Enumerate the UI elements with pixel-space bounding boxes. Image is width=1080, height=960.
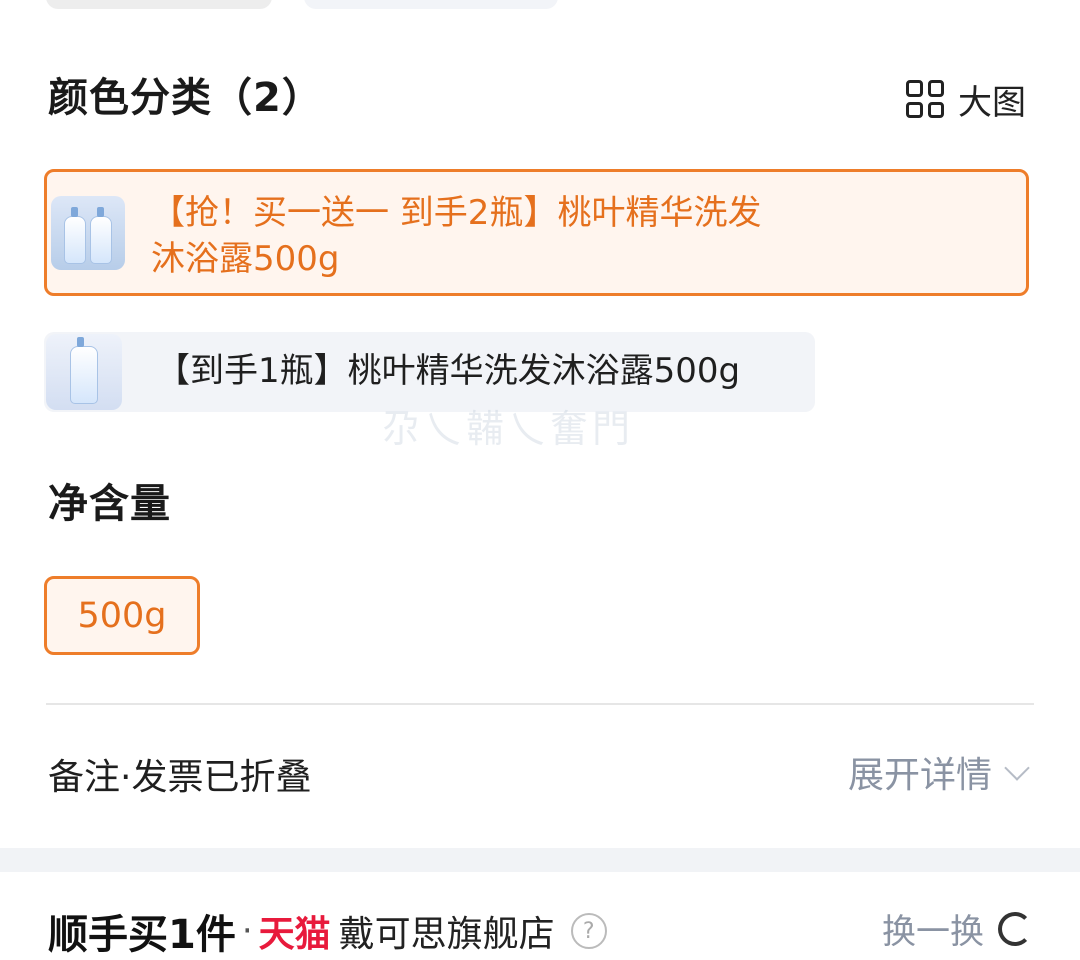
notes-invoice-row[interactable]: 备注·发票已折叠 展开详情 [0,730,1080,810]
grid-view-icon [906,80,944,118]
addon-section: 顺手买1件 · 天猫 戴可思旗舰店 ? 换一换 [0,872,1080,958]
size-option-500g[interactable]: 500g [44,576,200,655]
addon-title: 顺手买1件 · 天猫 戴可思旗舰店 ? [48,902,607,960]
tmall-badge: 天猫 [258,914,331,955]
chevron-down-icon [1004,755,1030,781]
size-option-label: 500g [77,595,167,636]
net-content-section-title: 净含量 [48,481,171,527]
color-option-label: 【抢！买一送一 到手2瓶】桃叶精华洗发沐浴露500g [151,193,762,279]
bottle-image [90,207,112,264]
refresh-label: 换一换 [882,912,984,952]
divider [46,703,1034,705]
product-thumbnail [46,334,122,410]
previous-option-stub [46,0,272,9]
product-thumbnail [51,196,125,270]
help-icon[interactable]: ? [570,913,607,949]
large-image-toggle-label: 大图 [958,82,1026,123]
separator-dot: · [241,911,253,951]
color-option-one-bottle[interactable]: 【到手1瓶】桃叶精华洗发沐浴露500g [44,332,815,412]
refresh-button[interactable]: 换一换 [882,904,1032,953]
store-name[interactable]: 戴可思旗舰店 [339,905,555,957]
expand-details-label: 展开详情 [847,755,992,796]
previous-option-stub [304,0,558,9]
refresh-icon [998,911,1032,946]
large-image-toggle-button[interactable]: 大图 [906,78,1026,123]
expand-details-button[interactable]: 展开详情 [847,746,1030,798]
addon-label: 顺手买1件 [48,912,236,958]
color-section-title: 颜色分类（2） [48,75,323,121]
color-option-label: 【到手1瓶】桃叶精华洗发沐浴露500g [156,351,741,391]
notes-invoice-label: 备注·发票已折叠 [48,757,312,798]
bottle-image [64,207,86,264]
section-separator [0,848,1080,872]
color-option-two-bottles[interactable]: 【抢！买一送一 到手2瓶】桃叶精华洗发沐浴露500g [44,169,1029,296]
bottle-image [70,337,98,404]
